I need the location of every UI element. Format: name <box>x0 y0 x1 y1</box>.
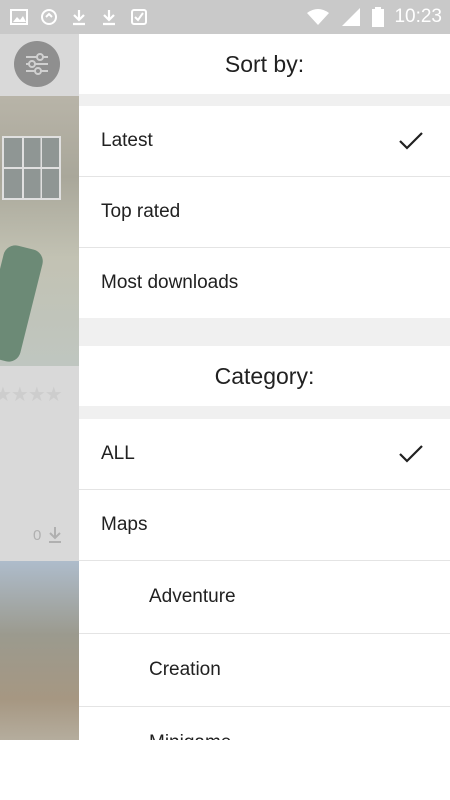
background-app-content: ★★★★ 0 <box>0 34 79 740</box>
status-left-icons <box>0 8 148 26</box>
sort-option-latest[interactable]: Latest <box>79 106 450 177</box>
category-option-label: ALL <box>101 443 135 464</box>
status-time: 10:23 <box>394 6 442 27</box>
status-right-icons: 10:23 <box>306 6 450 28</box>
sync-icon <box>41 9 57 25</box>
category-option-label: Maps <box>101 514 148 535</box>
bottom-blank-area <box>0 740 450 800</box>
filter-button[interactable] <box>14 41 60 87</box>
category-header: Category: <box>214 362 315 389</box>
image-icon <box>10 9 28 25</box>
checkmark-icon <box>399 132 423 150</box>
category-option-maps[interactable]: Maps <box>79 490 450 561</box>
signal-icon <box>342 8 361 26</box>
checkmark-icon <box>399 445 423 463</box>
category-option-all[interactable]: ALL <box>79 419 450 490</box>
sort-option-label: Top rated <box>101 201 181 222</box>
battery-icon <box>372 7 385 27</box>
thumbnail-window <box>2 136 61 200</box>
thumbnail-plant <box>0 242 46 365</box>
rating-stars: ★★★★ <box>0 384 63 406</box>
download-icon <box>73 10 85 26</box>
category-option-adventure[interactable]: Adventure <box>79 561 450 634</box>
wifi-icon <box>307 9 330 25</box>
check-icon <box>131 9 147 25</box>
sort-option-label: Latest <box>101 130 153 151</box>
section-divider <box>79 406 450 419</box>
sort-header: Sort by: <box>224 50 305 77</box>
sort-option-label: Most downloads <box>101 272 239 293</box>
download-icon <box>103 10 115 26</box>
category-option-label: Minigame <box>79 732 231 740</box>
category-option-label: Creation <box>149 659 221 680</box>
category-option-creation[interactable]: Creation <box>79 634 450 707</box>
section-divider <box>79 94 450 106</box>
download-count: 0 <box>33 527 42 544</box>
filter-sliders-icon <box>26 53 48 75</box>
section-divider <box>79 318 450 346</box>
status-bar: 10:23 <box>0 0 450 34</box>
sort-option-top-rated[interactable]: Top rated <box>79 177 450 248</box>
download-icon <box>49 527 61 543</box>
map-thumbnail[interactable] <box>0 96 79 366</box>
sort-option-most-downloads[interactable]: Most downloads <box>79 248 450 318</box>
category-option-minigame[interactable]: Minigame <box>79 707 450 740</box>
category-option-label: Adventure <box>149 586 236 607</box>
filter-drawer: Sort by: Latest Top rated Most downloads… <box>79 34 450 740</box>
map-thumbnail[interactable] <box>0 561 79 740</box>
